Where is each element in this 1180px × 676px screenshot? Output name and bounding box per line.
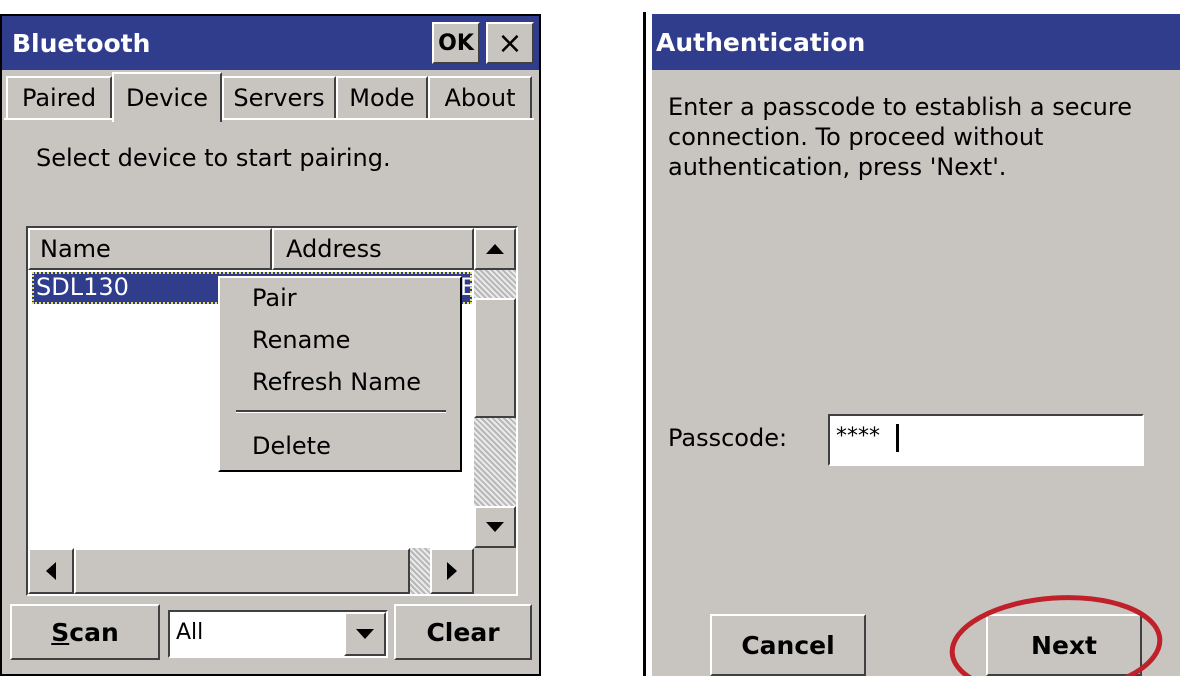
passcode-value: **** [836,424,880,449]
tab-page-border [4,118,112,120]
column-header-name-label: Name [40,235,111,263]
scroll-corner [474,548,516,594]
scroll-left-button[interactable] [28,548,74,594]
scan-accesskey: S [51,617,70,647]
tab-about-label: About [444,84,516,112]
tab-about[interactable]: About [428,76,532,118]
chevron-down-icon [356,629,374,639]
window-title: Bluetooth [12,28,151,58]
text-cursor [896,424,899,452]
context-menu-item-refresh-name[interactable]: Refresh Name [252,368,421,396]
instruction-text: Select device to start pairing. [36,144,391,172]
triangle-up-icon [486,244,504,254]
context-menu-item-delete[interactable]: Delete [252,432,331,460]
clear-button[interactable]: Clear [394,604,532,660]
column-header-address-label: Address [286,235,382,263]
close-button[interactable]: × [486,22,534,64]
cancel-button[interactable]: Cancel [710,614,866,676]
scroll-up-button[interactable] [474,228,516,270]
ok-button-label: OK [438,30,474,56]
vertical-scroll-thumb[interactable] [474,298,516,418]
scroll-right-button[interactable] [430,548,474,594]
triangle-right-icon [447,562,457,580]
column-header-name[interactable]: Name [28,228,272,270]
authentication-title: Authentication [656,27,866,57]
scan-button[interactable]: Scan [10,604,160,660]
tab-device[interactable]: Device [112,72,222,122]
highlight-ellipse [949,595,1163,676]
tab-device-label: Device [125,84,209,112]
context-menu-separator [236,410,446,413]
tab-servers[interactable]: Servers [222,76,336,118]
context-menu-item-pair[interactable]: Pair [252,284,297,312]
filter-value: All [176,620,204,645]
authentication-titlebar: Authentication [652,14,1180,70]
triangle-down-icon [486,522,504,532]
filter-dropdown-button[interactable] [344,612,386,656]
tab-servers-label: Servers [233,84,325,112]
horizontal-scroll-thumb[interactable] [74,548,410,594]
cancel-button-label: Cancel [741,630,835,660]
tab-paired-label: Paired [21,84,97,112]
scan-label-rest: can [69,617,119,647]
scroll-down-button[interactable] [474,506,516,548]
ok-button[interactable]: OK [432,22,480,64]
context-menu-item-rename[interactable]: Rename [252,326,350,354]
column-header-address[interactable]: Address [272,228,474,270]
tab-mode-label: Mode [349,84,415,112]
divider-line [643,12,646,676]
row-name: SDL130 [36,273,129,301]
tab-paired[interactable]: Paired [6,76,112,118]
passcode-label: Passcode: [668,424,788,452]
row-address: E [460,273,476,301]
passcode-input[interactable]: **** [828,414,1144,466]
tab-page-border-right [222,118,534,120]
clear-button-label: Clear [426,617,500,647]
triangle-left-icon [46,562,56,580]
close-icon: × [497,25,523,61]
authentication-message: Enter a passcode to establish a secure c… [668,93,1132,181]
tab-mode[interactable]: Mode [336,76,428,118]
